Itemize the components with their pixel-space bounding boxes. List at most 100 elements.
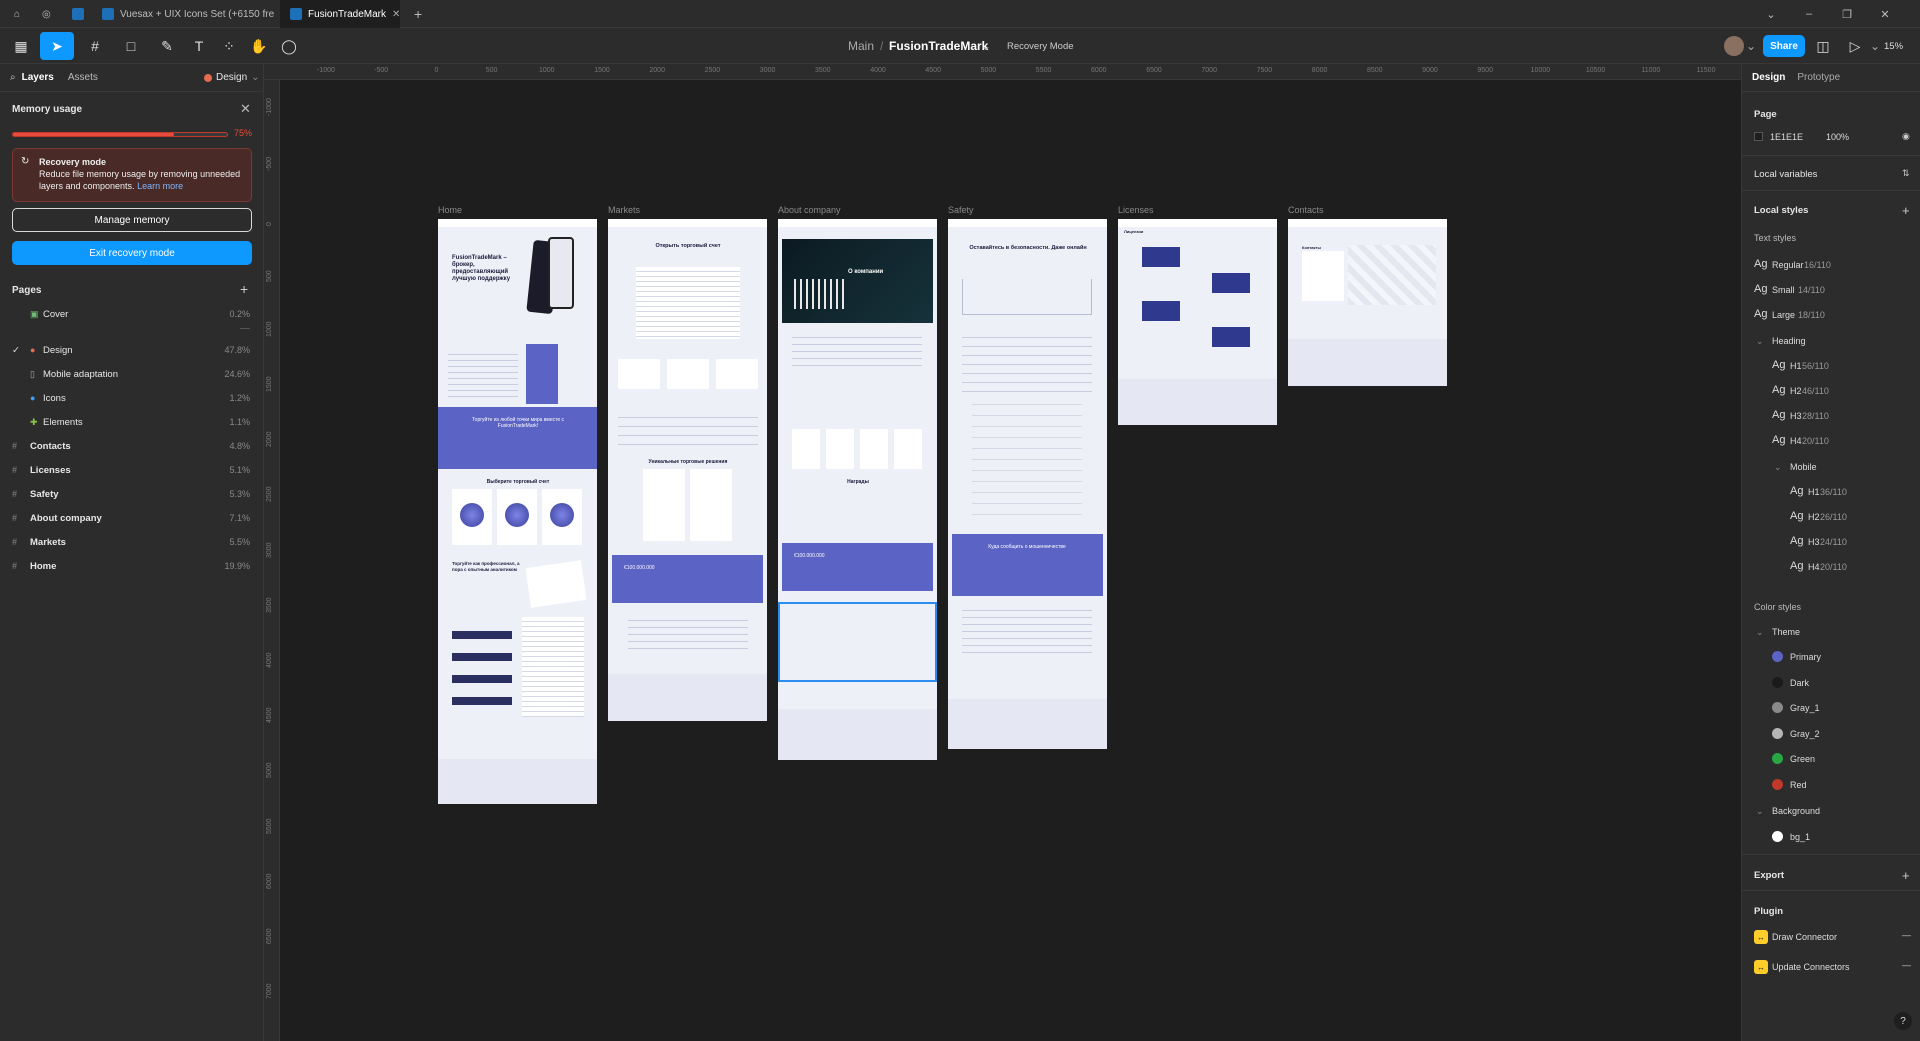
page-color-value[interactable]: 1E1E1E: [1770, 132, 1803, 142]
report-band: Куда сообщить о мошенничестве: [952, 534, 1103, 596]
tab-fusiontrademark[interactable]: FusionTradeMark ✕: [280, 0, 400, 28]
shape-tool-icon[interactable]: □: [116, 32, 146, 60]
library-icon[interactable]: ◫: [1808, 32, 1838, 60]
layer-frame-safety[interactable]: # Safety 5.3%: [0, 483, 264, 505]
tab-layers[interactable]: Layers: [22, 72, 54, 83]
page-item-design[interactable]: ✓ ● Design 47.8%: [0, 339, 264, 361]
ruler-tick: 1500: [266, 376, 273, 392]
comment-icon[interactable]: ◯: [274, 32, 304, 60]
text-style-icon: Ag: [1790, 485, 1804, 497]
add-style-icon[interactable]: +: [1902, 203, 1910, 218]
chevron-down-icon[interactable]: ⌄: [981, 28, 991, 64]
solution-card: [643, 469, 685, 541]
layer-frame-home[interactable]: # Home 19.9%: [0, 555, 264, 577]
text-tool-icon[interactable]: T: [184, 32, 214, 60]
main-menu-icon[interactable]: ▦: [6, 32, 36, 60]
variables-icon[interactable]: ⇅: [1902, 168, 1910, 179]
chevron-down-icon[interactable]: ⌄: [1756, 806, 1764, 817]
chevron-down-icon[interactable]: ⌄: [1774, 462, 1782, 473]
canvas[interactable]: Home FusionTradeMark – брокер, предостав…: [280, 80, 1741, 1041]
remove-icon[interactable]: —: [1902, 930, 1911, 940]
heading-group[interactable]: Heading: [1772, 336, 1806, 346]
zoom-level[interactable]: 15%: [1884, 28, 1903, 64]
page-percent: 47.8%: [224, 345, 250, 355]
tab-assets[interactable]: Assets: [68, 72, 98, 83]
page-item-mobile[interactable]: ▯ Mobile adaptation 24.6%: [0, 363, 264, 385]
minimize-icon[interactable]: –: [1790, 0, 1828, 28]
layer-frame-licenses[interactable]: # Licenses 5.1%: [0, 459, 264, 481]
background-group[interactable]: Background: [1772, 806, 1820, 816]
help-icon[interactable]: ?: [1894, 1012, 1912, 1030]
frame-label-licenses[interactable]: Licenses: [1118, 205, 1154, 215]
figma-tab[interactable]: [62, 0, 88, 28]
frame-about-company[interactable]: О компании Награды €100.000.000: [778, 219, 937, 760]
maximize-icon[interactable]: ❐: [1828, 0, 1866, 28]
frame-contacts[interactable]: Контакты: [1288, 219, 1447, 386]
frame-label-safety[interactable]: Safety: [948, 205, 974, 215]
page-opacity-value[interactable]: 100%: [1826, 132, 1849, 142]
move-tool-icon[interactable]: ➤: [40, 32, 74, 60]
hand-tool-icon[interactable]: ✋: [244, 32, 274, 60]
home-icon[interactable]: ⌂: [4, 0, 26, 28]
close-icon[interactable]: ✕: [240, 101, 251, 117]
local-variables-label[interactable]: Local variables: [1754, 169, 1817, 180]
search-icon[interactable]: ⌕: [10, 72, 16, 83]
frame-licenses[interactable]: Лицензии: [1118, 219, 1277, 425]
remove-icon[interactable]: —: [1902, 960, 1911, 970]
color-swatch: [1772, 727, 1783, 739]
site-header: [948, 219, 1107, 227]
page-header: Page: [1754, 109, 1777, 120]
frame-home[interactable]: FusionTradeMark – брокер, предоставляющи…: [438, 219, 597, 804]
add-export-icon[interactable]: +: [1902, 868, 1910, 883]
close-window-icon[interactable]: ✕: [1866, 0, 1904, 28]
page-item-elements[interactable]: ✚ Elements 1.1%: [0, 411, 264, 433]
news-list: [452, 617, 512, 717]
share-button[interactable]: Share: [1763, 35, 1805, 57]
page-color-swatch[interactable]: [1754, 132, 1763, 141]
frame-label-about[interactable]: About company: [778, 205, 841, 215]
layer-frame-about[interactable]: # About company 7.1%: [0, 507, 264, 529]
frame-markets[interactable]: Открыть торговый счет Уникальные торговы…: [608, 219, 767, 721]
frame-label-home[interactable]: Home: [438, 205, 462, 215]
pen-tool-icon[interactable]: ✎: [152, 32, 182, 60]
layer-frame-markets[interactable]: # Markets 5.5%: [0, 531, 264, 553]
frame-safety[interactable]: Оставайтесь в безопасности. Даже онлайн …: [948, 219, 1107, 749]
page-item-icons[interactable]: ● Icons 1.2%: [0, 387, 264, 409]
chevron-down-icon[interactable]: ⌄: [1746, 28, 1756, 64]
add-page-icon[interactable]: +: [240, 281, 248, 297]
theme-group[interactable]: Theme: [1772, 627, 1800, 637]
tab-vuesax[interactable]: Vuesax + UIX Icons Set (+6150 free: [92, 0, 274, 28]
new-tab-button[interactable]: +: [404, 0, 428, 28]
frame-label-markets[interactable]: Markets: [608, 205, 640, 215]
close-icon[interactable]: ✕: [392, 9, 400, 20]
page-selector[interactable]: Design ⌄: [204, 72, 260, 83]
text-style-icon: Ag: [1754, 283, 1768, 295]
file-name[interactable]: FusionTradeMark: [889, 28, 988, 64]
frame-icon: #: [12, 513, 18, 523]
chevron-down-icon[interactable]: ⌄: [1756, 627, 1764, 638]
tab-prototype[interactable]: Prototype: [1797, 72, 1840, 83]
globe-icon[interactable]: ◎: [32, 0, 58, 28]
report-band-title: Куда сообщить о мошенничестве: [988, 544, 1066, 550]
manage-memory-button[interactable]: Manage memory: [12, 208, 252, 232]
plugin-icon: ↔: [1754, 930, 1768, 944]
chevron-down-icon[interactable]: ⌄: [1756, 336, 1764, 347]
eye-icon[interactable]: ◉: [1902, 131, 1910, 142]
frame-tool-icon[interactable]: #: [80, 32, 110, 60]
tab-design[interactable]: Design: [1752, 72, 1785, 83]
exit-recovery-button[interactable]: Exit recovery mode: [12, 241, 252, 265]
chevron-down-icon[interactable]: ⌄: [1752, 0, 1790, 28]
breadcrumb-project[interactable]: Main: [848, 28, 874, 64]
mobile-group[interactable]: Mobile: [1790, 462, 1817, 472]
chevron-down-icon[interactable]: ⌄: [1870, 28, 1880, 64]
avatar[interactable]: [1724, 36, 1744, 56]
page-item-cover[interactable]: ▣ Cover 0.2%: [0, 303, 264, 325]
frame-label-contacts[interactable]: Contacts: [1288, 205, 1324, 215]
learn-more-link[interactable]: Learn more: [137, 181, 183, 191]
present-icon[interactable]: ▷: [1840, 32, 1870, 60]
home-hero-title: FusionTradeMark – брокер, предоставляющи…: [452, 255, 511, 282]
layer-frame-contacts[interactable]: # Contacts 4.8%: [0, 435, 264, 457]
text-block: [628, 614, 748, 654]
resources-icon[interactable]: ⁘: [214, 32, 244, 60]
ruler-tick: 0: [266, 222, 273, 227]
